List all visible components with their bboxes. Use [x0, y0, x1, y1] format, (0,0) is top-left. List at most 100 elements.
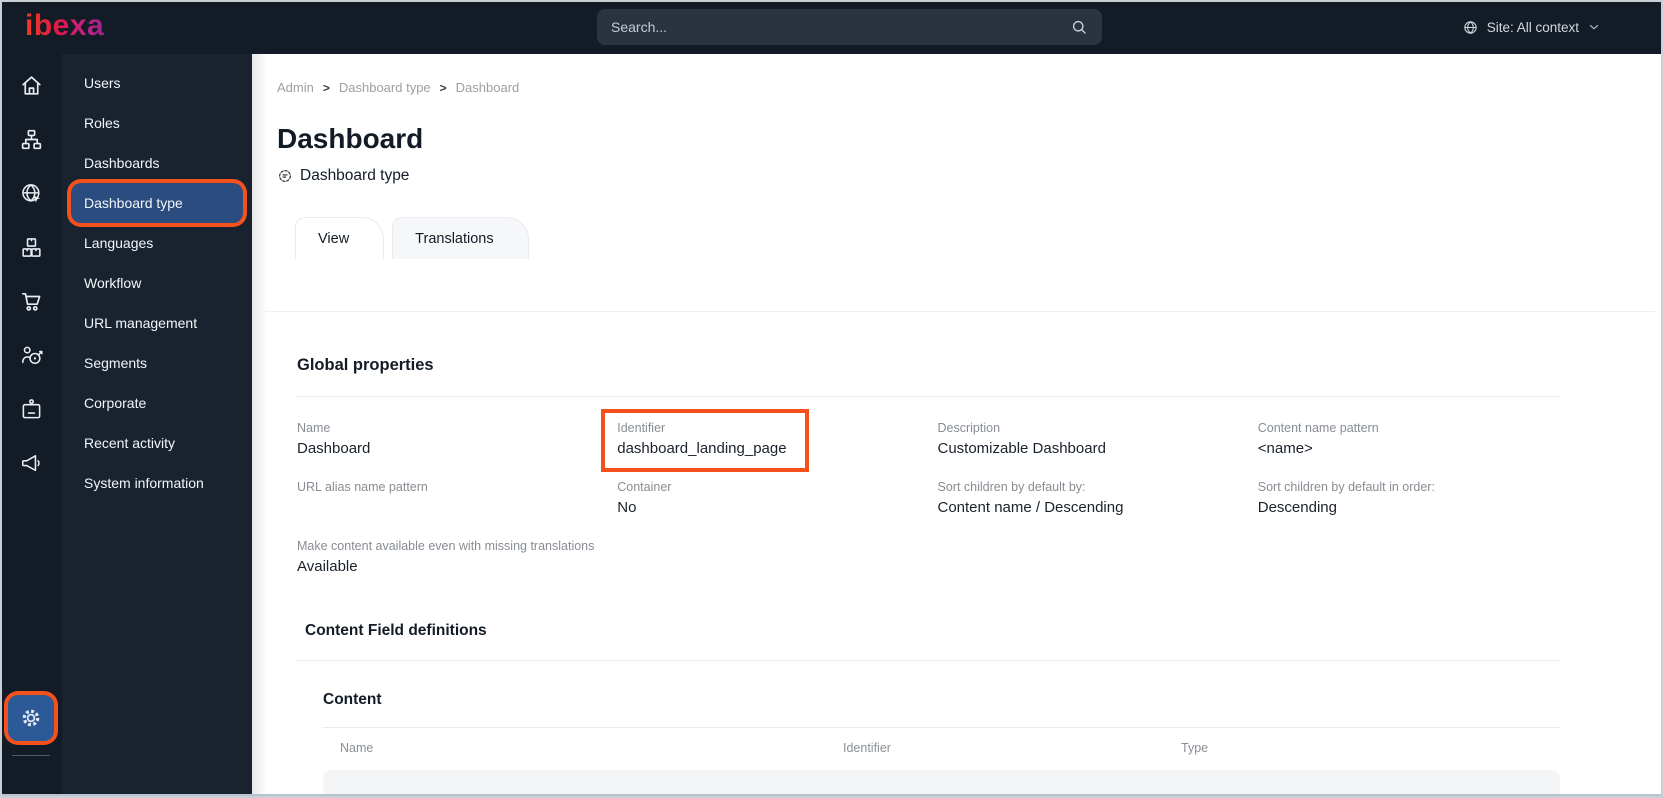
- field-label: Sort children by default by:: [937, 480, 1086, 494]
- content-type-icon: [277, 168, 293, 184]
- cell-field-name: Dashboard name: [323, 793, 826, 798]
- section-divider: [297, 396, 1560, 397]
- field-label: Identifier: [617, 421, 666, 435]
- field-definitions-table: Name Identifier Type Dashboard name name…: [323, 728, 1560, 798]
- sidebar-item-roles[interactable]: Roles: [71, 103, 243, 143]
- sidebar-item-languages[interactable]: Languages: [71, 223, 243, 263]
- sidebar-item-dashboards[interactable]: Dashboards: [71, 143, 243, 183]
- field-sort-children-order: Sort children by default in order: Desce…: [1258, 480, 1560, 517]
- annotation-highlight-box: Identifier dashboard_landing_page: [601, 409, 809, 472]
- field-value: Dashboard: [297, 440, 371, 457]
- field-value: Content name / Descending: [937, 499, 1124, 516]
- sidebar-item-label: Dashboard type: [84, 195, 183, 211]
- field-label: Content name pattern: [1257, 421, 1379, 435]
- admin-sidebar-menu: Users Roles Dashboards Dashboard type La…: [62, 54, 252, 798]
- sidebar-item-label: Languages: [84, 235, 154, 251]
- field-name: Name Dashboard: [297, 421, 599, 458]
- field-value: Customizable Dashboard: [937, 440, 1106, 457]
- sidebar-item-segments[interactable]: Segments: [71, 343, 243, 383]
- field-value: <name>: [1257, 440, 1313, 457]
- product-catalog-icon[interactable]: [11, 227, 51, 267]
- site-globe-icon[interactable]: [11, 173, 51, 213]
- cell-field-identifier: name: [826, 793, 1164, 798]
- sidebar-item-label: System information: [84, 475, 204, 491]
- search-input[interactable]: [611, 19, 1070, 35]
- sidebar-item-corporate[interactable]: Corporate: [71, 383, 243, 423]
- sidebar-item-recent-activity[interactable]: Recent activity: [71, 423, 243, 463]
- content-structure-icon[interactable]: [11, 119, 51, 159]
- site-context-selector[interactable]: Site: All context: [1462, 0, 1601, 54]
- global-search: [597, 9, 1102, 45]
- page-title: Dashboard: [277, 123, 424, 154]
- field-container: Container No: [617, 480, 919, 517]
- ibexa-admin-screen: ibexa Site: All context: [0, 0, 1663, 798]
- field-label: Description: [937, 421, 1001, 435]
- field-content-name-pattern: Content name pattern <name>: [1258, 421, 1560, 458]
- field-value: dashboard_landing_page: [617, 440, 787, 457]
- page-subtitle: Dashboard type: [277, 167, 1663, 185]
- page-subtitle-label: Dashboard type: [300, 167, 410, 184]
- field-value: [297, 499, 599, 517]
- sidebar-item-dashboard-type[interactable]: Dashboard type: [71, 183, 243, 223]
- breadcrumb-dashboard-type[interactable]: Dashboard type: [339, 80, 431, 95]
- breadcrumb-separator: >: [322, 80, 330, 95]
- chevron-down-icon: [1587, 20, 1601, 34]
- field-description: Description Customizable Dashboard: [938, 421, 1240, 458]
- home-icon[interactable]: [11, 65, 51, 105]
- column-header-type: Type: [1181, 741, 1209, 755]
- field-label: Make content available even with missing…: [297, 539, 595, 553]
- breadcrumb-admin[interactable]: Admin: [277, 80, 314, 95]
- tab-translations[interactable]: Translations: [392, 217, 529, 259]
- settings-gear-icon[interactable]: [8, 695, 54, 741]
- column-header-name: Name: [340, 741, 374, 755]
- tab-label: View: [318, 230, 350, 247]
- main-content: Admin > Dashboard type > Dashboard Dashb…: [252, 54, 1663, 798]
- sidebar-item-label: URL management: [84, 315, 198, 331]
- sidebar-item-url-management[interactable]: URL management: [71, 303, 243, 343]
- rail-divider: [12, 755, 50, 756]
- commerce-cart-icon[interactable]: [11, 281, 51, 321]
- field-label: Sort children by default in order:: [1257, 480, 1435, 494]
- personalization-target-icon[interactable]: [11, 335, 51, 375]
- table-row: Dashboard name name ezstring: [323, 770, 1560, 798]
- field-value: Descending: [1257, 499, 1337, 516]
- field-missing-translations: Make content available even with missing…: [297, 539, 599, 576]
- tab-bar: View Translations: [295, 217, 1663, 260]
- content-field-definitions-heading: Content Field definitions: [305, 622, 487, 639]
- field-label: Name: [297, 421, 331, 435]
- admin-badge-icon[interactable]: [11, 389, 51, 429]
- sidebar-item-users[interactable]: Users: [71, 63, 243, 103]
- column-header-identifier: Identifier: [843, 741, 891, 755]
- sidebar-item-system-information[interactable]: System information: [71, 463, 243, 503]
- breadcrumb-current: Dashboard: [455, 80, 520, 95]
- content-group-heading: Content: [323, 691, 382, 708]
- sidebar-item-label: Corporate: [84, 395, 147, 411]
- view-tab-panel: Global properties Name Dashboard Identif…: [265, 311, 1655, 798]
- marketing-megaphone-icon[interactable]: [11, 443, 51, 483]
- top-bar: ibexa Site: All context: [0, 0, 1663, 54]
- breadcrumb: Admin > Dashboard type > Dashboard: [252, 54, 1663, 95]
- field-sort-children-by: Sort children by default by: Content nam…: [938, 480, 1240, 517]
- global-properties-grid: Name Dashboard Identifier dashboard_land…: [297, 409, 1560, 576]
- field-label: Container: [617, 480, 672, 494]
- ibexa-logo[interactable]: ibexa: [25, 9, 104, 42]
- breadcrumb-separator: >: [439, 80, 447, 95]
- tab-label: Translations: [415, 230, 494, 247]
- sidebar-item-label: Workflow: [84, 275, 142, 291]
- section-divider: [297, 660, 1560, 661]
- field-url-alias-name-pattern: URL alias name pattern: [297, 480, 599, 517]
- site-context-label: Site: All context: [1486, 19, 1579, 35]
- field-value: No: [617, 499, 637, 516]
- sidebar-item-label: Users: [84, 75, 121, 91]
- search-icon[interactable]: [1070, 18, 1088, 36]
- sidebar-item-label: Roles: [84, 115, 120, 131]
- sidebar-item-label: Dashboards: [84, 155, 160, 171]
- sidebar-item-workflow[interactable]: Workflow: [71, 263, 243, 303]
- field-label: URL alias name pattern: [297, 480, 428, 494]
- field-identifier: Identifier dashboard_landing_page: [601, 409, 919, 472]
- tab-view[interactable]: View: [295, 217, 385, 260]
- global-properties-heading: Global properties: [297, 356, 434, 374]
- table-header-row: Name Identifier Type: [323, 728, 1560, 768]
- icon-rail: [0, 54, 62, 798]
- sidebar-item-label: Recent activity: [84, 435, 176, 451]
